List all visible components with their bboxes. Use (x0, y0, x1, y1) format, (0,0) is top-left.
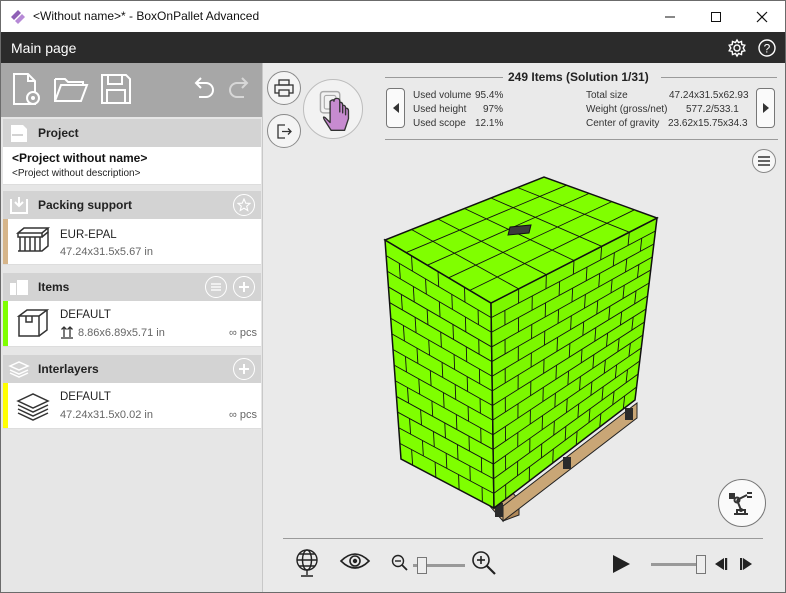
project-card[interactable]: <Project without name> <Project without … (3, 147, 261, 185)
page-header: Main page ? (1, 32, 785, 63)
zoom-slider-thumb[interactable] (417, 557, 428, 574)
zoom-in-icon[interactable] (471, 550, 497, 576)
interlayers-icon (8, 361, 30, 378)
pallet-icon (15, 227, 51, 252)
item-dimensions: 8.86x6.89x5.71 in (78, 327, 165, 339)
box-icon (16, 309, 50, 337)
close-button[interactable] (739, 1, 785, 32)
gear-icon[interactable] (727, 38, 747, 58)
add-interlayer-button[interactable] (233, 358, 255, 380)
items-section-header[interactable]: Items (3, 273, 261, 301)
items-list-button[interactable] (205, 276, 227, 298)
open-folder-icon[interactable] (53, 71, 89, 107)
item-quantity: ∞ pcs (228, 327, 257, 339)
app-window: <Without name>* - BoxOnPallet Advanced M… (0, 0, 786, 593)
zoom-out-icon[interactable] (391, 554, 409, 572)
packing-support-icon (10, 197, 28, 214)
interlayer-sheets-icon (16, 393, 50, 421)
controls-divider (283, 538, 763, 539)
title-bar: <Without name>* - BoxOnPallet Advanced (1, 1, 785, 32)
project-section-label: Project (38, 126, 79, 140)
step-forward-icon[interactable] (739, 557, 755, 571)
playback-slider-thumb[interactable] (696, 555, 706, 574)
minimize-button[interactable] (647, 1, 693, 32)
item-name: DEFAULT (60, 309, 111, 321)
packing-support-card[interactable]: EUR-EPAL 47.24x31.5x5.67 in (3, 219, 261, 265)
robot-arm-icon (729, 492, 752, 515)
favorite-support-button[interactable] (233, 194, 255, 216)
maximize-icon (711, 11, 721, 22)
left-panel: Project <Project without name> <Project … (1, 63, 263, 592)
interlayer-card[interactable]: DEFAULT 47.24x31.5x0.02 in ∞ pcs (3, 383, 261, 429)
item-color-stripe (3, 301, 8, 346)
window-title: <Without name>* - BoxOnPallet Advanced (33, 9, 260, 23)
interlayers-section-header[interactable]: Interlayers (3, 355, 261, 383)
redo-icon[interactable] (226, 75, 254, 103)
undo-icon[interactable] (189, 75, 217, 103)
support-name: EUR-EPAL (60, 229, 117, 241)
project-section-header[interactable]: Project (3, 119, 261, 147)
save-icon[interactable] (98, 71, 134, 107)
app-logo-icon (11, 10, 25, 24)
zoom-slider-track[interactable] (413, 557, 465, 574)
star-icon (237, 198, 251, 212)
play-icon[interactable] (611, 554, 631, 574)
project-icon (11, 125, 27, 142)
playback-slider-track[interactable] (651, 555, 706, 574)
item-card[interactable]: DEFAULT 8.86x6.89x5.71 in ∞ pcs (3, 301, 261, 347)
stack-orientation-icon (61, 326, 73, 339)
list-icon (211, 283, 221, 291)
plus-icon (239, 282, 249, 292)
add-item-button[interactable] (233, 276, 255, 298)
file-toolbar (1, 63, 262, 117)
globe-view-icon[interactable] (293, 547, 321, 579)
items-section-label: Items (38, 280, 70, 294)
interlayer-name: DEFAULT (60, 391, 111, 403)
box-load-model (383, 176, 659, 510)
packing-support-section-label: Packing support (38, 198, 133, 212)
maximize-button[interactable] (693, 1, 739, 32)
step-back-icon[interactable] (712, 557, 728, 571)
robot-simulation-button[interactable] (718, 479, 766, 527)
viewport-area: 249 Items (Solution 1/31) Used volume 95… (263, 63, 785, 592)
support-dimensions: 47.24x31.5x5.67 in (60, 246, 153, 258)
minimize-icon (665, 16, 675, 17)
packing-support-section-header[interactable]: Packing support (3, 191, 261, 219)
items-icon (10, 280, 28, 295)
eye-visibility-icon[interactable] (339, 551, 371, 571)
interlayer-dimensions: 47.24x31.5x0.02 in (60, 409, 153, 421)
project-description: <Project without description> (12, 168, 141, 179)
pallet-3d-view[interactable] (263, 63, 785, 533)
interlayers-section-label: Interlayers (38, 362, 99, 376)
page-title: Main page (11, 40, 77, 56)
new-project-icon[interactable] (9, 71, 45, 107)
svg-text:?: ? (764, 42, 771, 56)
interlayer-quantity: ∞ pcs (228, 409, 257, 421)
project-name: <Project without name> (12, 151, 148, 165)
support-color-stripe (3, 219, 8, 264)
plus-icon (239, 364, 249, 374)
close-icon (756, 11, 768, 22)
help-icon[interactable]: ? (757, 38, 777, 58)
interlayer-color-stripe (3, 383, 8, 428)
